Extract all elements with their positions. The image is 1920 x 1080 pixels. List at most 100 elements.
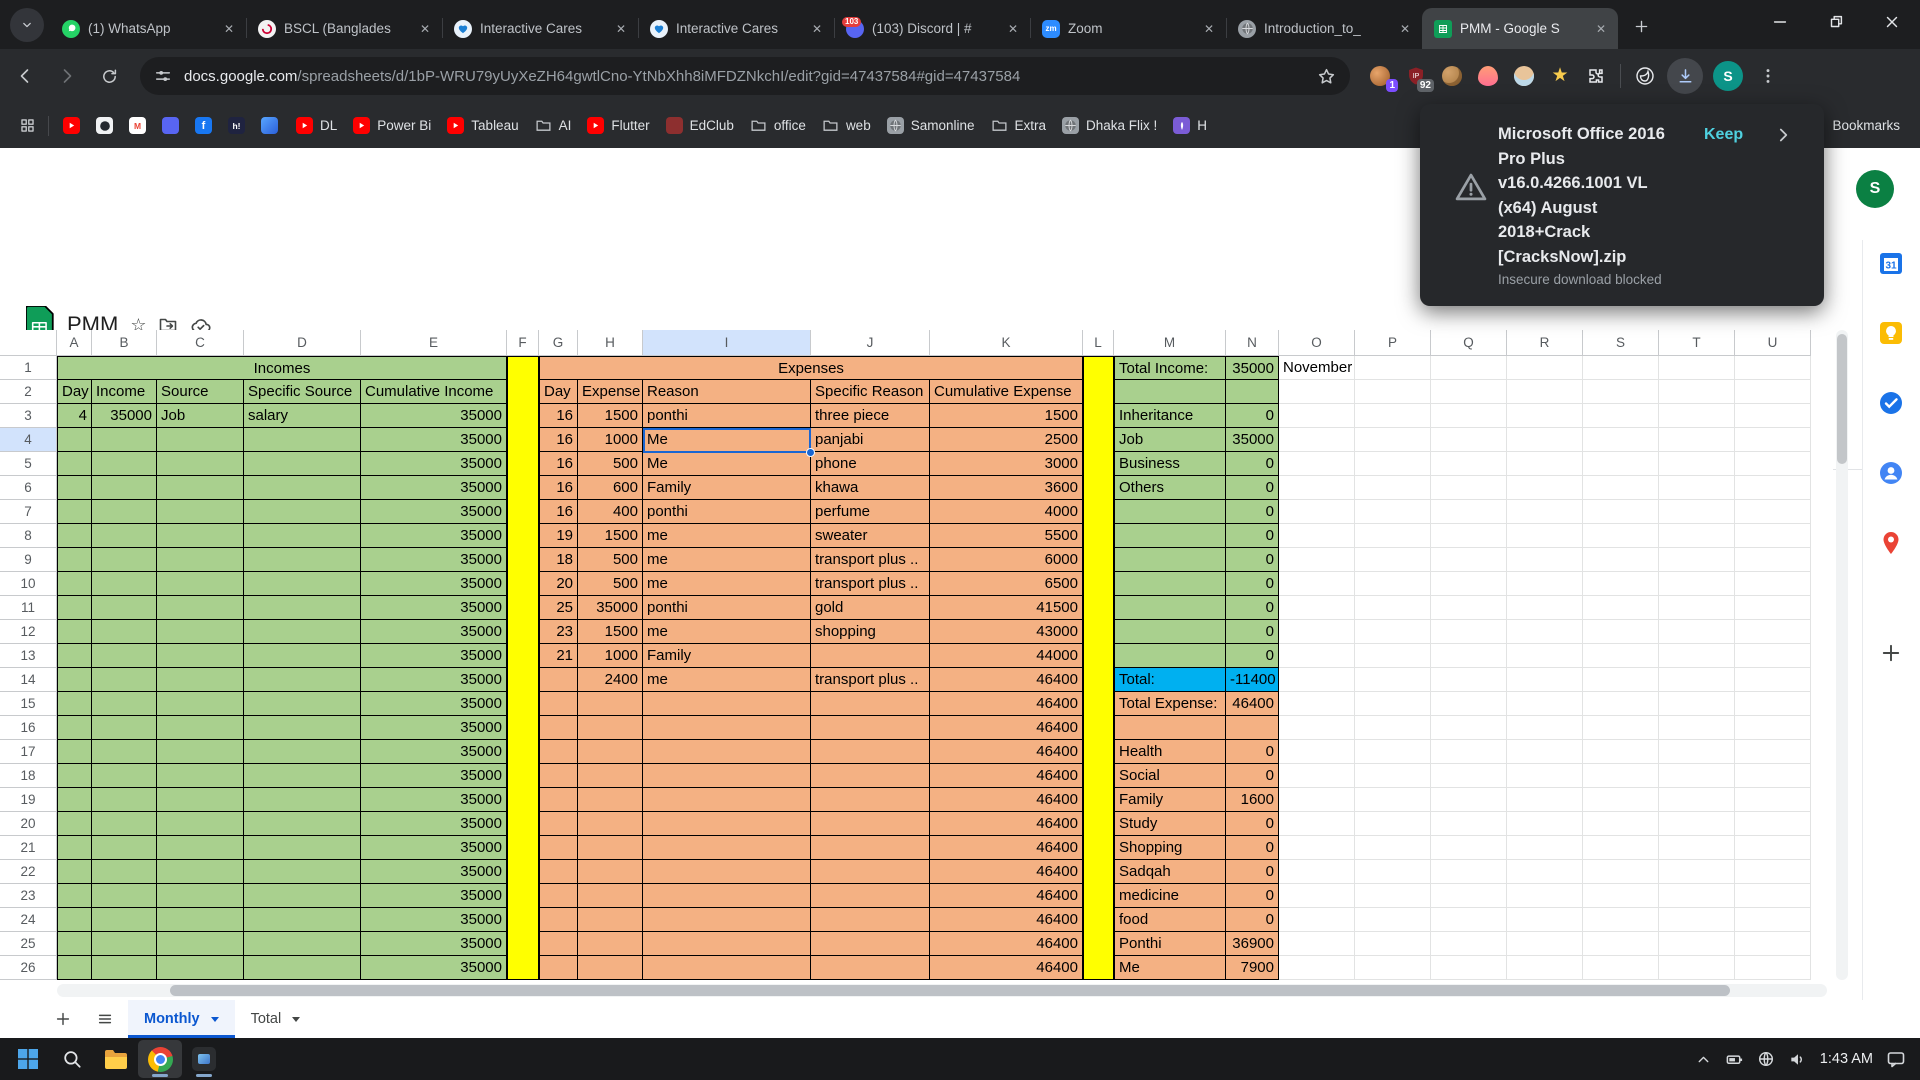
row-header-17[interactable]: 17 (0, 740, 57, 764)
summary-label-cell[interactable]: Health (1114, 740, 1226, 764)
summary-label-cell[interactable]: Me (1114, 956, 1226, 980)
empty-cell[interactable] (1355, 932, 1431, 956)
expenses-cell[interactable]: sweater (811, 524, 930, 548)
empty-cell[interactable] (1431, 524, 1507, 548)
empty-cell[interactable] (1583, 788, 1659, 812)
row-header-22[interactable]: 22 (0, 860, 57, 884)
apps-shortcut-button[interactable] (10, 109, 44, 143)
incomes-cell[interactable] (92, 476, 157, 500)
column-header-R[interactable]: R (1507, 330, 1583, 356)
empty-cell[interactable] (1507, 356, 1583, 380)
expenses-cell[interactable]: 6000 (930, 548, 1083, 572)
expenses-cell[interactable] (539, 812, 578, 836)
tab-close-icon[interactable]: ✕ (1200, 20, 1218, 38)
summary-value-cell[interactable]: 7900 (1226, 956, 1279, 980)
expenses-cell[interactable] (539, 956, 578, 980)
incomes-cell[interactable] (92, 428, 157, 452)
expenses-cell[interactable]: Family (643, 476, 811, 500)
empty-cell[interactable] (1355, 740, 1431, 764)
incomes-cell[interactable] (92, 500, 157, 524)
bookmark-item[interactable]: office (750, 117, 806, 134)
incomes-cell[interactable] (244, 500, 361, 524)
site-settings-icon[interactable] (154, 67, 172, 85)
incomes-cell[interactable] (244, 932, 361, 956)
bookmark-item[interactable]: Tableau (447, 117, 518, 134)
browser-tab[interactable]: Interactive Cares✕ (442, 8, 638, 49)
empty-cell[interactable] (1659, 596, 1735, 620)
bookmark-item[interactable]: f (195, 117, 212, 134)
column-header-O[interactable]: O (1279, 330, 1355, 356)
expenses-cell[interactable]: 46400 (930, 812, 1083, 836)
empty-cell[interactable] (1355, 356, 1431, 380)
column-header-T[interactable]: T (1659, 330, 1735, 356)
add-sheet-button[interactable] (46, 1002, 80, 1036)
expenses-cell[interactable] (643, 956, 811, 980)
incomes-cell[interactable] (57, 572, 92, 596)
incomes-cell[interactable]: Job (157, 404, 244, 428)
column-header-L[interactable]: L (1083, 330, 1114, 356)
empty-cell[interactable] (1583, 596, 1659, 620)
expenses-cell[interactable]: 46400 (930, 932, 1083, 956)
forward-button[interactable] (50, 59, 84, 93)
row-header-14[interactable]: 14 (0, 668, 57, 692)
expenses-cell[interactable]: 1000 (578, 644, 643, 668)
empty-cell[interactable] (1507, 692, 1583, 716)
empty-cell[interactable] (1431, 380, 1507, 404)
incomes-cell[interactable] (157, 500, 244, 524)
empty-cell[interactable] (1583, 908, 1659, 932)
empty-cell[interactable] (1507, 500, 1583, 524)
empty-cell[interactable] (1355, 668, 1431, 692)
summary-value-cell[interactable]: 46400 (1226, 692, 1279, 716)
incomes-cell[interactable]: 35000 (361, 908, 507, 932)
incomes-cell[interactable]: Day (57, 380, 92, 404)
tab-close-icon[interactable]: ✕ (1396, 20, 1414, 38)
bookmark-star-icon[interactable] (1317, 67, 1336, 86)
summary-label-cell[interactable]: Ponthi (1114, 932, 1226, 956)
empty-cell[interactable] (1279, 740, 1355, 764)
expenses-cell[interactable]: 23 (539, 620, 578, 644)
expenses-cell[interactable]: Reason (643, 380, 811, 404)
expenses-cell[interactable]: 3600 (930, 476, 1083, 500)
browser-tab[interactable]: PMM - Google S✕ (1422, 8, 1618, 49)
bookmark-item[interactable]: AI (535, 117, 572, 134)
incomes-cell[interactable]: 35000 (361, 452, 507, 476)
incomes-cell[interactable] (244, 788, 361, 812)
empty-cell[interactable] (1583, 668, 1659, 692)
summary-label-cell[interactable] (1114, 716, 1226, 740)
empty-cell[interactable] (1583, 476, 1659, 500)
empty-cell[interactable] (1735, 356, 1811, 380)
expenses-cell[interactable]: perfume (811, 500, 930, 524)
empty-cell[interactable] (1431, 476, 1507, 500)
expenses-cell[interactable]: 46400 (930, 956, 1083, 980)
summary-label-cell[interactable]: Sadqah (1114, 860, 1226, 884)
calendar-icon[interactable]: 31 (1878, 250, 1904, 276)
empty-cell[interactable] (1507, 956, 1583, 980)
back-button[interactable] (8, 59, 42, 93)
expenses-cell[interactable] (811, 788, 930, 812)
incomes-cell[interactable] (244, 452, 361, 476)
incomes-cell[interactable] (57, 644, 92, 668)
incomes-cell[interactable]: 35000 (361, 620, 507, 644)
empty-cell[interactable] (1431, 356, 1507, 380)
empty-cell[interactable] (1279, 428, 1355, 452)
bookmark-item[interactable]: Dhaka Flix ! (1062, 117, 1157, 134)
expenses-cell[interactable]: Expense (578, 380, 643, 404)
empty-cell[interactable] (1279, 524, 1355, 548)
incomes-cell[interactable]: 35000 (361, 404, 507, 428)
empty-cell[interactable] (1583, 692, 1659, 716)
column-header-E[interactable]: E (361, 330, 507, 356)
column-header-G[interactable]: G (539, 330, 578, 356)
empty-cell[interactable] (1431, 452, 1507, 476)
incomes-cell[interactable] (57, 476, 92, 500)
close-button[interactable] (1864, 2, 1920, 42)
incomes-cell[interactable] (157, 764, 244, 788)
incomes-cell[interactable] (57, 884, 92, 908)
empty-cell[interactable] (1735, 668, 1811, 692)
expenses-cell[interactable]: shopping (811, 620, 930, 644)
summary-value-cell[interactable]: 0 (1226, 500, 1279, 524)
empty-cell[interactable] (1279, 836, 1355, 860)
incomes-cell[interactable] (57, 956, 92, 980)
bookmark-item[interactable]: Flutter (587, 117, 649, 134)
expenses-cell[interactable] (578, 716, 643, 740)
expenses-cell[interactable] (811, 956, 930, 980)
